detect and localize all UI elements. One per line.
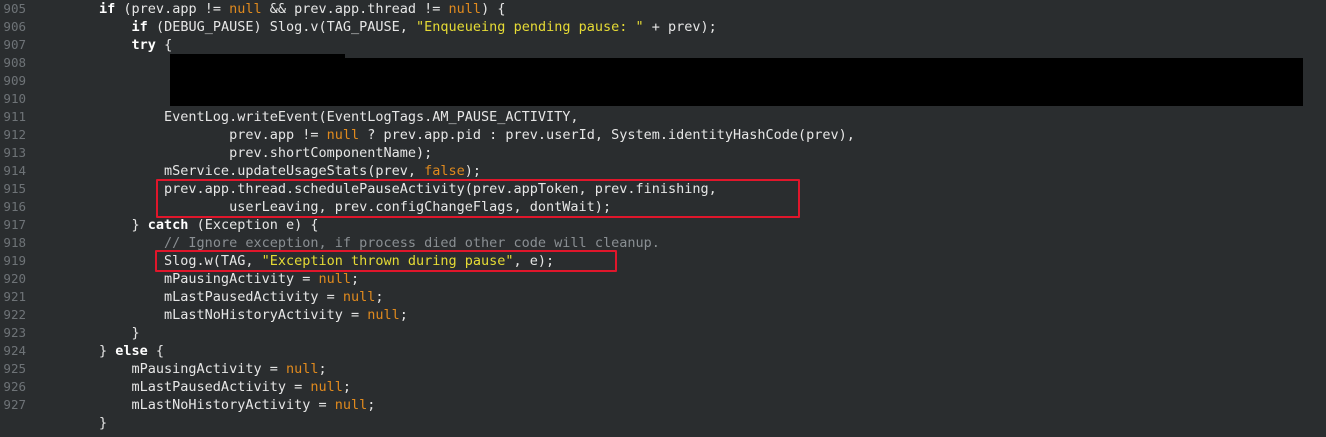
code-token: mLastPausedActivity = [34,289,343,305]
line-number: 915 [3,181,26,196]
code-token: else [115,343,148,359]
code-line: prev.app != null ? prev.app.pid : prev.u… [34,126,855,144]
line-number-gutter: 905 906 907 908 909 910 911 912 913 914 915 916 917 9… [0,0,30,437]
code-token: (Exception e) { [188,217,319,233]
code-token: mService.updateUsageStats(prev, [34,163,425,179]
line-number: 923 [3,325,26,340]
code-token: ; [367,397,376,413]
code-line: mLastNoHistoryActivity = null; [34,306,408,324]
line-number: 913 [3,145,26,160]
code-line: } [34,414,107,432]
code-token: catch [147,217,189,233]
code-line: mPausingActivity = null; [34,360,327,378]
code-token: null [229,1,262,17]
code-line: } [34,324,140,342]
code-token: ; [375,289,384,305]
code-line: try { [34,36,173,54]
code-editor[interactable]: 905 906 907 908 909 910 911 912 913 914 915 916 917 9… [0,0,1326,437]
code-token: ; [399,307,408,323]
code-token: && prev.app.thread != [261,1,449,17]
code-line: if (DEBUG_PAUSE) Slog.v(TAG_PAUSE, "Enqu… [34,18,717,36]
line-number: 914 [3,163,26,178]
line-number: 907 [3,37,26,52]
code-line: mLastNoHistoryActivity = null; [34,396,376,414]
code-line: mService.updateUsageStats(prev, false); [34,162,481,180]
code-token: mLastNoHistoryActivity = [34,307,368,323]
line-number: 906 [3,19,26,34]
code-token: if [131,19,148,35]
line-number: 924 [3,343,26,358]
code-token: null [448,1,482,17]
line-number: 918 [3,235,26,250]
line-number: 905 [3,1,26,16]
line-number: 926 [3,379,26,394]
line-number: 912 [3,127,26,142]
code-token: mLastPausedActivity = [34,379,311,395]
code-token: { [147,343,165,359]
code-token: ; [342,379,351,395]
highlight-box-schedule-pause [156,179,800,218]
line-number: 911 [3,109,26,124]
code-token: ); [464,163,482,179]
code-line: mLastPausedActivity = null; [34,288,384,306]
code-token: prev.shortComponentName); [34,145,433,161]
line-number: 910 [3,91,26,106]
code-token: null [285,361,319,377]
code-token: ) { [481,1,506,17]
code-token: null [326,127,360,143]
code-token: // Ignore exception, if process died oth… [164,235,660,251]
line-number: 917 [3,217,26,232]
code-token: (DEBUG_PAUSE) Slog.v(TAG_PAUSE, [147,19,417,35]
line-number: 927 [3,397,26,412]
code-token: null [334,397,368,413]
code-token: } [34,415,108,431]
code-token: ; [351,271,360,287]
highlight-box-exception-log [155,250,617,272]
line-number: 909 [3,73,26,88]
code-line: prev.shortComponentName); [34,144,432,162]
code-token: "Enqueueing pending pause: " [416,19,644,35]
code-token: { [155,37,173,53]
code-token: null [318,271,351,287]
code-token: false [424,163,465,179]
code-line: } catch (Exception e) { [34,216,319,234]
code-token: } [34,343,116,359]
code-token: mPausingActivity = [34,271,319,287]
code-line: } else { [34,342,164,360]
code-token: prev.app != [34,127,327,143]
line-number: 921 [3,289,26,304]
code-token: (prev.app != [115,1,230,17]
code-token: mLastNoHistoryActivity = [34,397,335,413]
line-number: 925 [3,361,26,376]
line-number: 922 [3,307,26,322]
code-token: null [310,379,343,395]
code-token: null [367,307,400,323]
code-token: if [99,1,116,17]
code-line: if (prev.app != null && prev.app.thread … [34,0,505,18]
code-token: mPausingActivity = [34,361,286,377]
code-token: ; [318,361,327,377]
code-token: + prev); [643,19,717,35]
line-number: 908 [3,55,26,70]
code-line: EventLog.writeEvent(EventLogTags.AM_PAUS… [34,108,579,126]
code-token: EventLog.writeEvent(EventLogTags.AM_PAUS… [34,109,579,125]
code-line: mLastPausedActivity = null; [34,378,351,396]
code-token: } [34,325,140,341]
redaction-block-main [170,58,1303,106]
code-token: null [342,289,376,305]
line-number: 920 [3,271,26,286]
code-token: } [34,217,148,233]
line-number: 919 [3,253,26,268]
code-token: ? prev.app.pid : prev.userId, System.ide… [359,127,855,143]
code-line: mPausingActivity = null; [34,270,359,288]
line-number: 916 [3,199,26,214]
code-token: try [131,37,156,53]
